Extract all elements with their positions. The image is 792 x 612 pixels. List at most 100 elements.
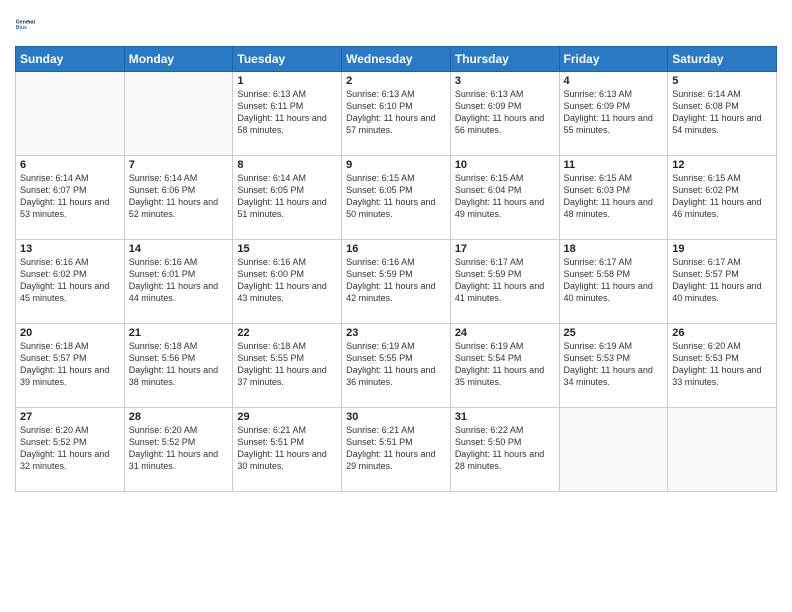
day-info: Sunrise: 6:20 AM Sunset: 5:53 PM Dayligh… [672, 340, 772, 389]
day-number: 27 [20, 411, 120, 423]
day-info: Sunrise: 6:18 AM Sunset: 5:55 PM Dayligh… [237, 340, 337, 389]
day-number: 2 [346, 75, 446, 87]
calendar-cell [124, 72, 233, 156]
calendar-cell [16, 72, 125, 156]
calendar-cell: 24Sunrise: 6:19 AM Sunset: 5:54 PM Dayli… [450, 324, 559, 408]
day-number: 28 [129, 411, 229, 423]
day-info: Sunrise: 6:19 AM Sunset: 5:54 PM Dayligh… [455, 340, 555, 389]
day-info: Sunrise: 6:13 AM Sunset: 6:09 PM Dayligh… [564, 88, 664, 137]
weekday-row: SundayMondayTuesdayWednesdayThursdayFrid… [16, 47, 777, 72]
day-info: Sunrise: 6:15 AM Sunset: 6:03 PM Dayligh… [564, 172, 664, 221]
calendar-cell: 13Sunrise: 6:16 AM Sunset: 6:02 PM Dayli… [16, 240, 125, 324]
calendar-cell: 15Sunrise: 6:16 AM Sunset: 6:00 PM Dayli… [233, 240, 342, 324]
calendar-cell: 31Sunrise: 6:22 AM Sunset: 5:50 PM Dayli… [450, 408, 559, 492]
calendar-body: 1Sunrise: 6:13 AM Sunset: 6:11 PM Daylig… [16, 72, 777, 492]
day-number: 5 [672, 75, 772, 87]
day-number: 16 [346, 243, 446, 255]
day-number: 30 [346, 411, 446, 423]
day-info: Sunrise: 6:15 AM Sunset: 6:02 PM Dayligh… [672, 172, 772, 221]
day-info: Sunrise: 6:21 AM Sunset: 5:51 PM Dayligh… [237, 424, 337, 473]
day-info: Sunrise: 6:14 AM Sunset: 6:05 PM Dayligh… [237, 172, 337, 221]
svg-text:Blue: Blue [16, 25, 27, 31]
calendar-cell: 5Sunrise: 6:14 AM Sunset: 6:08 PM Daylig… [668, 72, 777, 156]
day-info: Sunrise: 6:18 AM Sunset: 5:56 PM Dayligh… [129, 340, 229, 389]
weekday-header-wednesday: Wednesday [342, 47, 451, 72]
calendar-cell: 30Sunrise: 6:21 AM Sunset: 5:51 PM Dayli… [342, 408, 451, 492]
day-number: 31 [455, 411, 555, 423]
calendar-cell: 3Sunrise: 6:13 AM Sunset: 6:09 PM Daylig… [450, 72, 559, 156]
day-info: Sunrise: 6:16 AM Sunset: 6:01 PM Dayligh… [129, 256, 229, 305]
calendar-cell: 6Sunrise: 6:14 AM Sunset: 6:07 PM Daylig… [16, 156, 125, 240]
day-number: 6 [20, 159, 120, 171]
weekday-header-tuesday: Tuesday [233, 47, 342, 72]
calendar-cell: 27Sunrise: 6:20 AM Sunset: 5:52 PM Dayli… [16, 408, 125, 492]
day-number: 25 [564, 327, 664, 339]
day-number: 11 [564, 159, 664, 171]
day-number: 12 [672, 159, 772, 171]
calendar-cell: 26Sunrise: 6:20 AM Sunset: 5:53 PM Dayli… [668, 324, 777, 408]
day-info: Sunrise: 6:19 AM Sunset: 5:55 PM Dayligh… [346, 340, 446, 389]
day-number: 15 [237, 243, 337, 255]
day-number: 22 [237, 327, 337, 339]
calendar-cell: 1Sunrise: 6:13 AM Sunset: 6:11 PM Daylig… [233, 72, 342, 156]
day-info: Sunrise: 6:13 AM Sunset: 6:09 PM Dayligh… [455, 88, 555, 137]
day-info: Sunrise: 6:15 AM Sunset: 6:04 PM Dayligh… [455, 172, 555, 221]
calendar-cell: 14Sunrise: 6:16 AM Sunset: 6:01 PM Dayli… [124, 240, 233, 324]
day-info: Sunrise: 6:16 AM Sunset: 6:02 PM Dayligh… [20, 256, 120, 305]
calendar-cell: 2Sunrise: 6:13 AM Sunset: 6:10 PM Daylig… [342, 72, 451, 156]
day-number: 24 [455, 327, 555, 339]
weekday-header-sunday: Sunday [16, 47, 125, 72]
day-number: 8 [237, 159, 337, 171]
day-info: Sunrise: 6:17 AM Sunset: 5:59 PM Dayligh… [455, 256, 555, 305]
calendar-cell: 16Sunrise: 6:16 AM Sunset: 5:59 PM Dayli… [342, 240, 451, 324]
day-info: Sunrise: 6:20 AM Sunset: 5:52 PM Dayligh… [129, 424, 229, 473]
day-info: Sunrise: 6:17 AM Sunset: 5:58 PM Dayligh… [564, 256, 664, 305]
day-info: Sunrise: 6:22 AM Sunset: 5:50 PM Dayligh… [455, 424, 555, 473]
day-info: Sunrise: 6:17 AM Sunset: 5:57 PM Dayligh… [672, 256, 772, 305]
day-info: Sunrise: 6:16 AM Sunset: 6:00 PM Dayligh… [237, 256, 337, 305]
day-number: 17 [455, 243, 555, 255]
day-number: 1 [237, 75, 337, 87]
calendar-week-0: 1Sunrise: 6:13 AM Sunset: 6:11 PM Daylig… [16, 72, 777, 156]
day-number: 13 [20, 243, 120, 255]
calendar-week-4: 27Sunrise: 6:20 AM Sunset: 5:52 PM Dayli… [16, 408, 777, 492]
calendar-cell: 8Sunrise: 6:14 AM Sunset: 6:05 PM Daylig… [233, 156, 342, 240]
calendar-week-2: 13Sunrise: 6:16 AM Sunset: 6:02 PM Dayli… [16, 240, 777, 324]
weekday-header-saturday: Saturday [668, 47, 777, 72]
calendar-header: SundayMondayTuesdayWednesdayThursdayFrid… [16, 47, 777, 72]
day-info: Sunrise: 6:14 AM Sunset: 6:08 PM Dayligh… [672, 88, 772, 137]
day-info: Sunrise: 6:14 AM Sunset: 6:07 PM Dayligh… [20, 172, 120, 221]
day-info: Sunrise: 6:21 AM Sunset: 5:51 PM Dayligh… [346, 424, 446, 473]
calendar-cell: 28Sunrise: 6:20 AM Sunset: 5:52 PM Dayli… [124, 408, 233, 492]
day-info: Sunrise: 6:16 AM Sunset: 5:59 PM Dayligh… [346, 256, 446, 305]
calendar-cell: 22Sunrise: 6:18 AM Sunset: 5:55 PM Dayli… [233, 324, 342, 408]
day-info: Sunrise: 6:18 AM Sunset: 5:57 PM Dayligh… [20, 340, 120, 389]
calendar-cell: 9Sunrise: 6:15 AM Sunset: 6:05 PM Daylig… [342, 156, 451, 240]
calendar-cell: 25Sunrise: 6:19 AM Sunset: 5:53 PM Dayli… [559, 324, 668, 408]
calendar-cell: 21Sunrise: 6:18 AM Sunset: 5:56 PM Dayli… [124, 324, 233, 408]
weekday-header-friday: Friday [559, 47, 668, 72]
day-number: 23 [346, 327, 446, 339]
calendar-cell [668, 408, 777, 492]
day-info: Sunrise: 6:13 AM Sunset: 6:11 PM Dayligh… [237, 88, 337, 137]
day-number: 14 [129, 243, 229, 255]
day-number: 26 [672, 327, 772, 339]
day-number: 3 [455, 75, 555, 87]
day-number: 7 [129, 159, 229, 171]
day-number: 19 [672, 243, 772, 255]
day-number: 20 [20, 327, 120, 339]
calendar-cell: 23Sunrise: 6:19 AM Sunset: 5:55 PM Dayli… [342, 324, 451, 408]
calendar-cell: 20Sunrise: 6:18 AM Sunset: 5:57 PM Dayli… [16, 324, 125, 408]
day-info: Sunrise: 6:20 AM Sunset: 5:52 PM Dayligh… [20, 424, 120, 473]
day-number: 10 [455, 159, 555, 171]
day-info: Sunrise: 6:13 AM Sunset: 6:10 PM Dayligh… [346, 88, 446, 137]
calendar-cell [559, 408, 668, 492]
page: General Blue SundayMondayTuesdayWednesda… [0, 0, 792, 612]
weekday-header-monday: Monday [124, 47, 233, 72]
weekday-header-thursday: Thursday [450, 47, 559, 72]
logo-icon: General Blue [15, 10, 43, 38]
day-info: Sunrise: 6:19 AM Sunset: 5:53 PM Dayligh… [564, 340, 664, 389]
calendar-week-3: 20Sunrise: 6:18 AM Sunset: 5:57 PM Dayli… [16, 324, 777, 408]
calendar-cell: 19Sunrise: 6:17 AM Sunset: 5:57 PM Dayli… [668, 240, 777, 324]
calendar-cell: 12Sunrise: 6:15 AM Sunset: 6:02 PM Dayli… [668, 156, 777, 240]
